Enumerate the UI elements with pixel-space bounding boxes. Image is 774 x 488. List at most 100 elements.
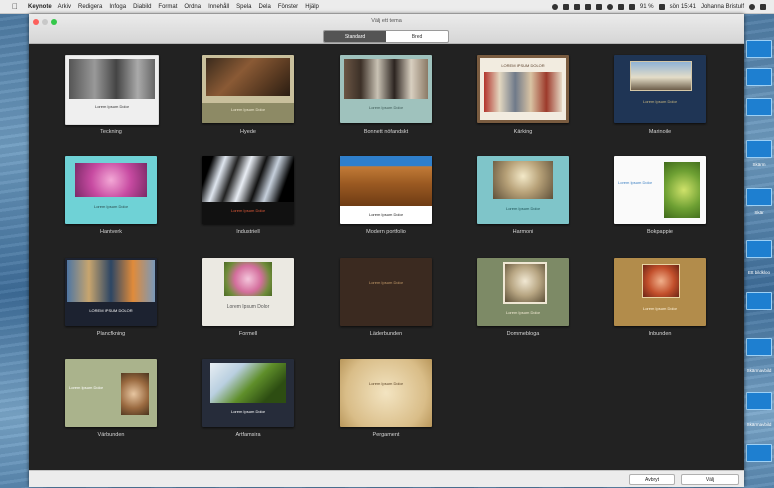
thumbnail-photo <box>210 363 286 403</box>
theme-thumbnail-dommebloga[interactable]: Lorem Ipsum Dolor <box>477 258 569 326</box>
desktop-file-icon[interactable] <box>746 444 772 462</box>
thumbnail-photo <box>206 58 290 96</box>
theme-thumbnail-planering[interactable]: LOREM IPSUM DOLOR <box>65 258 157 326</box>
theme-thumbnail-teckning[interactable]: Lorem Ipsum Dolor <box>65 55 159 125</box>
battery-icon[interactable] <box>658 3 665 10</box>
timemachine-icon[interactable] <box>584 3 591 10</box>
thumbnail-title: Lorem Ipsum Dolor <box>368 381 403 386</box>
theme-thumbnail-hyede[interactable]: Lorem Ipsum Dolor <box>202 55 294 123</box>
thumbnail-title: Lorem Ipsum Dolor <box>94 104 129 109</box>
theme-thumbnail-varbunden[interactable]: Lorem Ipsum Dolor <box>65 359 157 427</box>
desktop-file-label: Skärmavbild <box>746 422 772 427</box>
wifi-icon[interactable] <box>606 3 613 10</box>
desktop-file-icon[interactable] <box>746 392 772 410</box>
spotlight-icon[interactable] <box>749 3 755 10</box>
user-name[interactable]: Johanna Bristulf <box>701 4 744 10</box>
menu-item-redigera[interactable]: Redigera <box>78 4 102 10</box>
theme-label: Hyede <box>240 129 256 135</box>
notification-center-icon[interactable] <box>760 3 766 10</box>
theme-label: Formell <box>238 331 258 337</box>
clock[interactable]: sön 15:41 <box>670 4 696 10</box>
theme-grid: Lorem Ipsum Dolor Teckning Lorem Ipsum D… <box>29 44 744 478</box>
desktop-file-label: Skärm <box>752 162 766 167</box>
theme-label: Värbunden <box>97 432 125 438</box>
menu-item-diabild[interactable]: Diabild <box>133 4 151 10</box>
thumbnail-title: Lorem Ipsum Dolor <box>93 204 128 209</box>
menu-bar:  Keynote Arkiv Redigera Infoga Diabild … <box>0 0 774 14</box>
desktop-file-icon[interactable] <box>746 292 772 310</box>
theme-thumbnail-modern-portfolio[interactable]: Lorem Ipsum Dolor <box>340 156 432 224</box>
menu-item-ordna[interactable]: Ordna <box>184 4 201 10</box>
menu-item-fonster[interactable]: Fönster <box>278 4 298 10</box>
theme-thumbnail-marinoile[interactable]: Lorem Ipsum Dolor <box>614 55 706 123</box>
desktop-file-label: Ett bildkloo <box>747 270 770 275</box>
theme-thumbnail-industriell[interactable]: Lorem Ipsum Dolor <box>202 156 294 224</box>
status-circle-icon[interactable] <box>551 3 558 10</box>
theme-thumbnail-bokpappie[interactable]: Lorem Ipsum Dolor <box>614 156 706 224</box>
menu-item-hjalp[interactable]: Hjälp <box>305 4 319 10</box>
menu-item-dela[interactable]: Dela <box>259 4 271 10</box>
thumbnail-photo <box>344 59 428 99</box>
thumbnail-photo <box>630 61 692 91</box>
dropbox-icon[interactable] <box>573 3 580 10</box>
theme-label: Harmoni <box>512 229 534 235</box>
thumbnail-photo <box>202 156 294 202</box>
theme-thumbnail-artfamsira[interactable]: Lorem Ipsum Dolor <box>202 359 294 427</box>
thumbnail-band <box>202 103 294 123</box>
shield-icon[interactable] <box>562 3 569 10</box>
thumbnail-title: LOREM IPSUM DOLOR <box>501 63 545 68</box>
thumbnail-title: LOREM IPSUM DOLOR <box>89 308 133 313</box>
thumbnail-photo <box>493 161 553 199</box>
window-title: Välj ett tema <box>371 18 402 24</box>
apple-menu-icon[interactable]:  <box>12 2 22 11</box>
theme-thumbnail-formell[interactable]: Lorem Ipsum Dolor <box>202 258 294 326</box>
theme-thumbnail-laderbunden[interactable]: Lorem Ipsum Dolor <box>340 258 432 326</box>
cancel-button[interactable]: Avbryt <box>629 474 675 485</box>
tab-bred[interactable]: Bred <box>386 31 448 42</box>
theme-label: Kärking <box>513 129 533 135</box>
theme-thumbnail-hantverk[interactable]: Lorem Ipsum Dolor <box>65 156 157 224</box>
menu-item-spela[interactable]: Spela <box>236 4 251 10</box>
desktop-file-icon[interactable] <box>746 188 772 206</box>
thumbnail-title: Lorem Ipsum Dolor <box>505 206 540 211</box>
thumbnail-title: Lorem Ipsum Dolor <box>230 409 265 414</box>
display-icon[interactable] <box>628 3 635 10</box>
theme-thumbnail-inbunden[interactable]: Lorem Ipsum Dolor <box>614 258 706 326</box>
thumbnail-title: Lorem Ipsum Dolor <box>642 306 677 311</box>
thumbnail-title: Lorem Ipsum Dolor <box>69 385 104 390</box>
theme-thumbnail-pergament[interactable]: Lorem Ipsum Dolor <box>340 359 432 427</box>
desktop-file-icon[interactable] <box>746 98 772 116</box>
thumbnail-photo <box>121 373 149 415</box>
battery-percent: 91 % <box>639 3 654 10</box>
theme-label: Bokpappie <box>647 229 673 235</box>
menu-item-infoga[interactable]: Infoga <box>109 4 126 10</box>
theme-label: Inbunden <box>648 331 672 337</box>
menu-item-arkiv[interactable]: Arkiv <box>58 4 71 10</box>
menu-item-format[interactable]: Format <box>158 4 177 10</box>
desktop-file-icon[interactable] <box>746 68 772 86</box>
theme-thumbnail-karking[interactable]: LOREM IPSUM DOLOR <box>477 55 569 123</box>
thumbnail-photo <box>642 264 680 298</box>
menu-item-innehall[interactable]: Innehåll <box>208 4 229 10</box>
choose-button[interactable]: Välj <box>681 474 739 485</box>
thumbnail-title: Lorem Ipsum Dolor <box>368 212 403 217</box>
theme-label: Bonnett nöfandskt <box>363 129 409 135</box>
volume-icon[interactable] <box>617 3 624 10</box>
desktop-file-icon[interactable] <box>746 40 772 58</box>
thumbnail-photo <box>503 262 547 304</box>
menu-app-name[interactable]: Keynote <box>28 4 52 10</box>
window-titlebar[interactable]: Välj ett tema Standard Bred <box>29 14 744 44</box>
tab-standard[interactable]: Standard <box>324 31 386 42</box>
thumbnail-photo <box>484 72 562 112</box>
desktop-file-icon[interactable] <box>746 240 772 258</box>
theme-thumbnail-harmoni[interactable]: Lorem Ipsum Dolor <box>477 156 569 224</box>
bluetooth-icon[interactable] <box>595 3 602 10</box>
theme-thumbnail-bonnett[interactable]: Lorem Ipsum Dolor <box>340 55 432 123</box>
theme-label: Dommebloga <box>506 331 540 337</box>
thumbnail-photo <box>340 156 432 206</box>
theme-label: Artfamsira <box>235 432 261 438</box>
theme-chooser-window: Välj ett tema Standard Bred Lorem Ipsum … <box>29 14 744 487</box>
aspect-segmented-control: Standard Bred <box>323 30 449 43</box>
desktop-file-icon[interactable] <box>746 338 772 356</box>
desktop-file-icon[interactable] <box>746 140 772 158</box>
